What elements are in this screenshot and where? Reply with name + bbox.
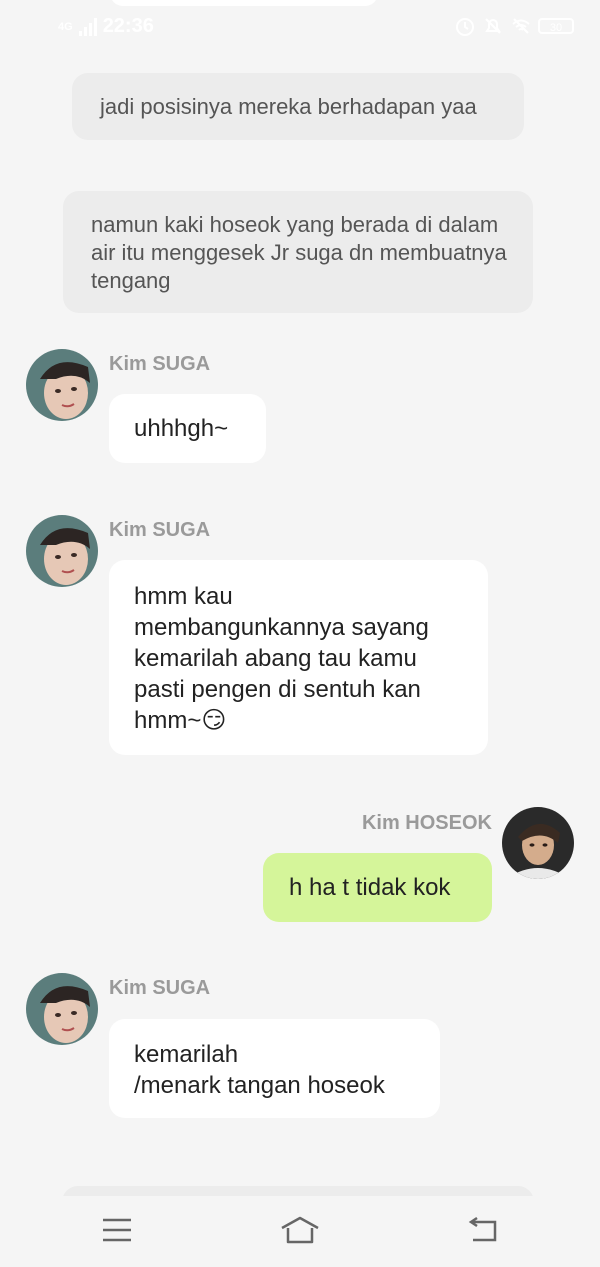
back-icon <box>468 1216 497 1242</box>
avatar-kim-suga[interactable] <box>26 973 98 1045</box>
message-line: pasti pengen di sentuh kan <box>134 676 421 703</box>
network-type: 4G <box>58 20 73 33</box>
narration-bubble: jadi posisinya mereka berhadapan yaa <box>72 73 524 140</box>
sender-name: Kim HOSEOK <box>361 812 492 834</box>
menu-button[interactable] <box>97 1212 137 1248</box>
status-time: 22:36 <box>102 15 154 37</box>
home-icon <box>281 1216 319 1244</box>
wifi-off-icon <box>512 18 530 34</box>
avatar-kim-suga[interactable] <box>26 349 98 421</box>
message-line: kemarilah abang tau kamu <box>134 645 417 672</box>
message-line: hmm~😏 <box>134 707 227 734</box>
sender-name: Kim SUGA <box>109 977 211 999</box>
narration-text: jadi posisinya mereka berhadapan yaa <box>100 94 477 119</box>
status-left: 4G 22:36 <box>58 15 154 38</box>
back-button[interactable] <box>463 1212 503 1248</box>
status-bar: 4G 22:36 30 <box>0 0 600 54</box>
message-bubble[interactable]: hmm kau membangunkannya sayang kemarilah… <box>109 560 488 755</box>
avatar-kim-suga[interactable] <box>26 515 98 587</box>
sender-name: Kim SUGA <box>109 353 211 375</box>
message-line: hmm kau <box>134 583 233 610</box>
message-bubble[interactable]: kemarilah /menark tangan hoseok <box>109 1019 440 1118</box>
message-line: membangunkannya sayang <box>134 614 429 641</box>
battery-icon: 30 <box>538 18 574 34</box>
home-button[interactable] <box>280 1212 320 1248</box>
mute-icon <box>485 18 501 34</box>
message-text: h ha t tidak kok <box>289 874 451 901</box>
navigation-bar <box>0 1196 600 1267</box>
message-line: /menark tangan hoseok <box>134 1072 385 1099</box>
alarm-icon <box>456 18 474 36</box>
message-bubble[interactable]: h ha t tidak kok <box>263 853 492 922</box>
signal-icon <box>78 17 97 36</box>
narration-bubble: namun kaki hoseok yang berada di dalam a… <box>63 191 533 313</box>
message-bubble[interactable]: uhhhgh~ <box>109 394 266 463</box>
avatar-kim-hoseok[interactable] <box>502 807 574 879</box>
menu-icon <box>103 1218 131 1242</box>
narration-text: namun kaki hoseok yang berada di dalam a… <box>91 212 507 293</box>
message-line: kemarilah <box>134 1041 239 1068</box>
sender-name: Kim SUGA <box>109 519 211 541</box>
status-right: 30 <box>454 15 574 37</box>
message-text: uhhhgh~ <box>134 415 229 442</box>
